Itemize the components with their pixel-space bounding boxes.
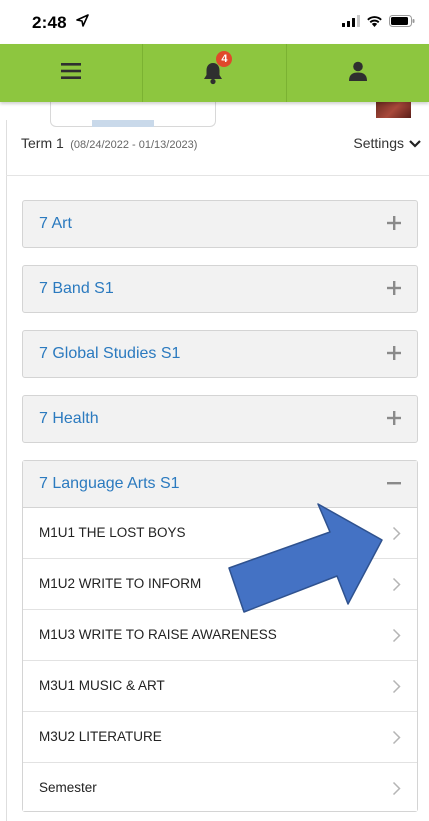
unit-name: Semester (39, 780, 97, 795)
bell-icon (202, 63, 224, 89)
term-row: Term 1 (08/24/2022 - 01/13/2023) Setting… (21, 135, 421, 157)
menu-button[interactable] (0, 44, 142, 102)
plus-icon[interactable] (385, 344, 403, 362)
unit-row[interactable]: M1U1 THE LOST BOYS (23, 508, 417, 559)
unit-name: M1U1 THE LOST BOYS (39, 525, 186, 540)
divider (6, 175, 429, 176)
course-name[interactable]: 7 Art (39, 215, 72, 233)
chevron-right-icon (392, 730, 401, 745)
unit-name: M3U1 MUSIC & ART (39, 678, 165, 693)
unit-name: M1U2 WRITE TO INFORM (39, 576, 202, 591)
unit-row[interactable]: M3U2 LITERATURE (23, 712, 417, 763)
course-name[interactable]: 7 Language Arts S1 (39, 475, 180, 493)
chevron-right-icon (392, 679, 401, 694)
unit-row[interactable]: M3U1 MUSIC & ART (23, 661, 417, 712)
minus-icon[interactable] (385, 474, 403, 492)
term-dates: (08/24/2022 - 01/13/2023) (70, 139, 198, 151)
unit-row[interactable]: M1U3 WRITE TO RAISE AWARENESS (23, 610, 417, 661)
chevron-right-icon (392, 781, 401, 796)
plus-icon[interactable] (385, 279, 403, 297)
course-header[interactable]: 7 Band S1 (22, 265, 418, 313)
wifi-icon (366, 14, 383, 32)
chevron-down-icon (409, 135, 421, 151)
course-header[interactable]: 7 Art (22, 200, 418, 248)
status-time: 2:48 (32, 13, 67, 32)
unit-name: M1U3 WRITE TO RAISE AWARENESS (39, 627, 277, 642)
course-name[interactable]: 7 Band S1 (39, 280, 114, 298)
chevron-right-icon (392, 628, 401, 643)
plus-icon[interactable] (385, 214, 403, 232)
notifications-button[interactable]: 4 (142, 44, 285, 102)
location-arrow-icon (76, 14, 89, 32)
unit-name: M3U2 LITERATURE (39, 729, 162, 744)
unit-row[interactable]: Semester (23, 763, 417, 811)
status-icons (342, 14, 415, 32)
course-header[interactable]: 7 Health (22, 395, 418, 443)
course-name[interactable]: 7 Health (39, 410, 99, 428)
settings-label: Settings (353, 135, 404, 151)
unit-row[interactable]: M1U2 WRITE TO INFORM (23, 559, 417, 610)
chevron-right-icon (392, 526, 401, 541)
hamburger-menu-icon (61, 62, 82, 84)
plus-icon[interactable] (385, 409, 403, 427)
profile-button[interactable] (285, 44, 429, 102)
course-name[interactable]: 7 Global Studies S1 (39, 345, 180, 363)
user-icon (348, 61, 368, 86)
expanded-course: 7 Language Arts S1 M1U1 THE LOST BOYS M1… (22, 460, 418, 812)
notification-count-badge: 4 (216, 51, 233, 67)
cellular-signal-icon (342, 14, 360, 32)
chevron-right-icon (392, 577, 401, 592)
settings-dropdown[interactable]: Settings (353, 135, 421, 151)
top-nav-bar: 4 (0, 44, 429, 102)
course-header[interactable]: 7 Global Studies S1 (22, 330, 418, 378)
student-photo (376, 102, 411, 118)
status-bar: 2:48 (0, 0, 429, 44)
battery-icon (389, 14, 415, 32)
course-header[interactable]: 7 Language Arts S1 (23, 461, 417, 508)
term-label: Term 1 (21, 135, 64, 151)
